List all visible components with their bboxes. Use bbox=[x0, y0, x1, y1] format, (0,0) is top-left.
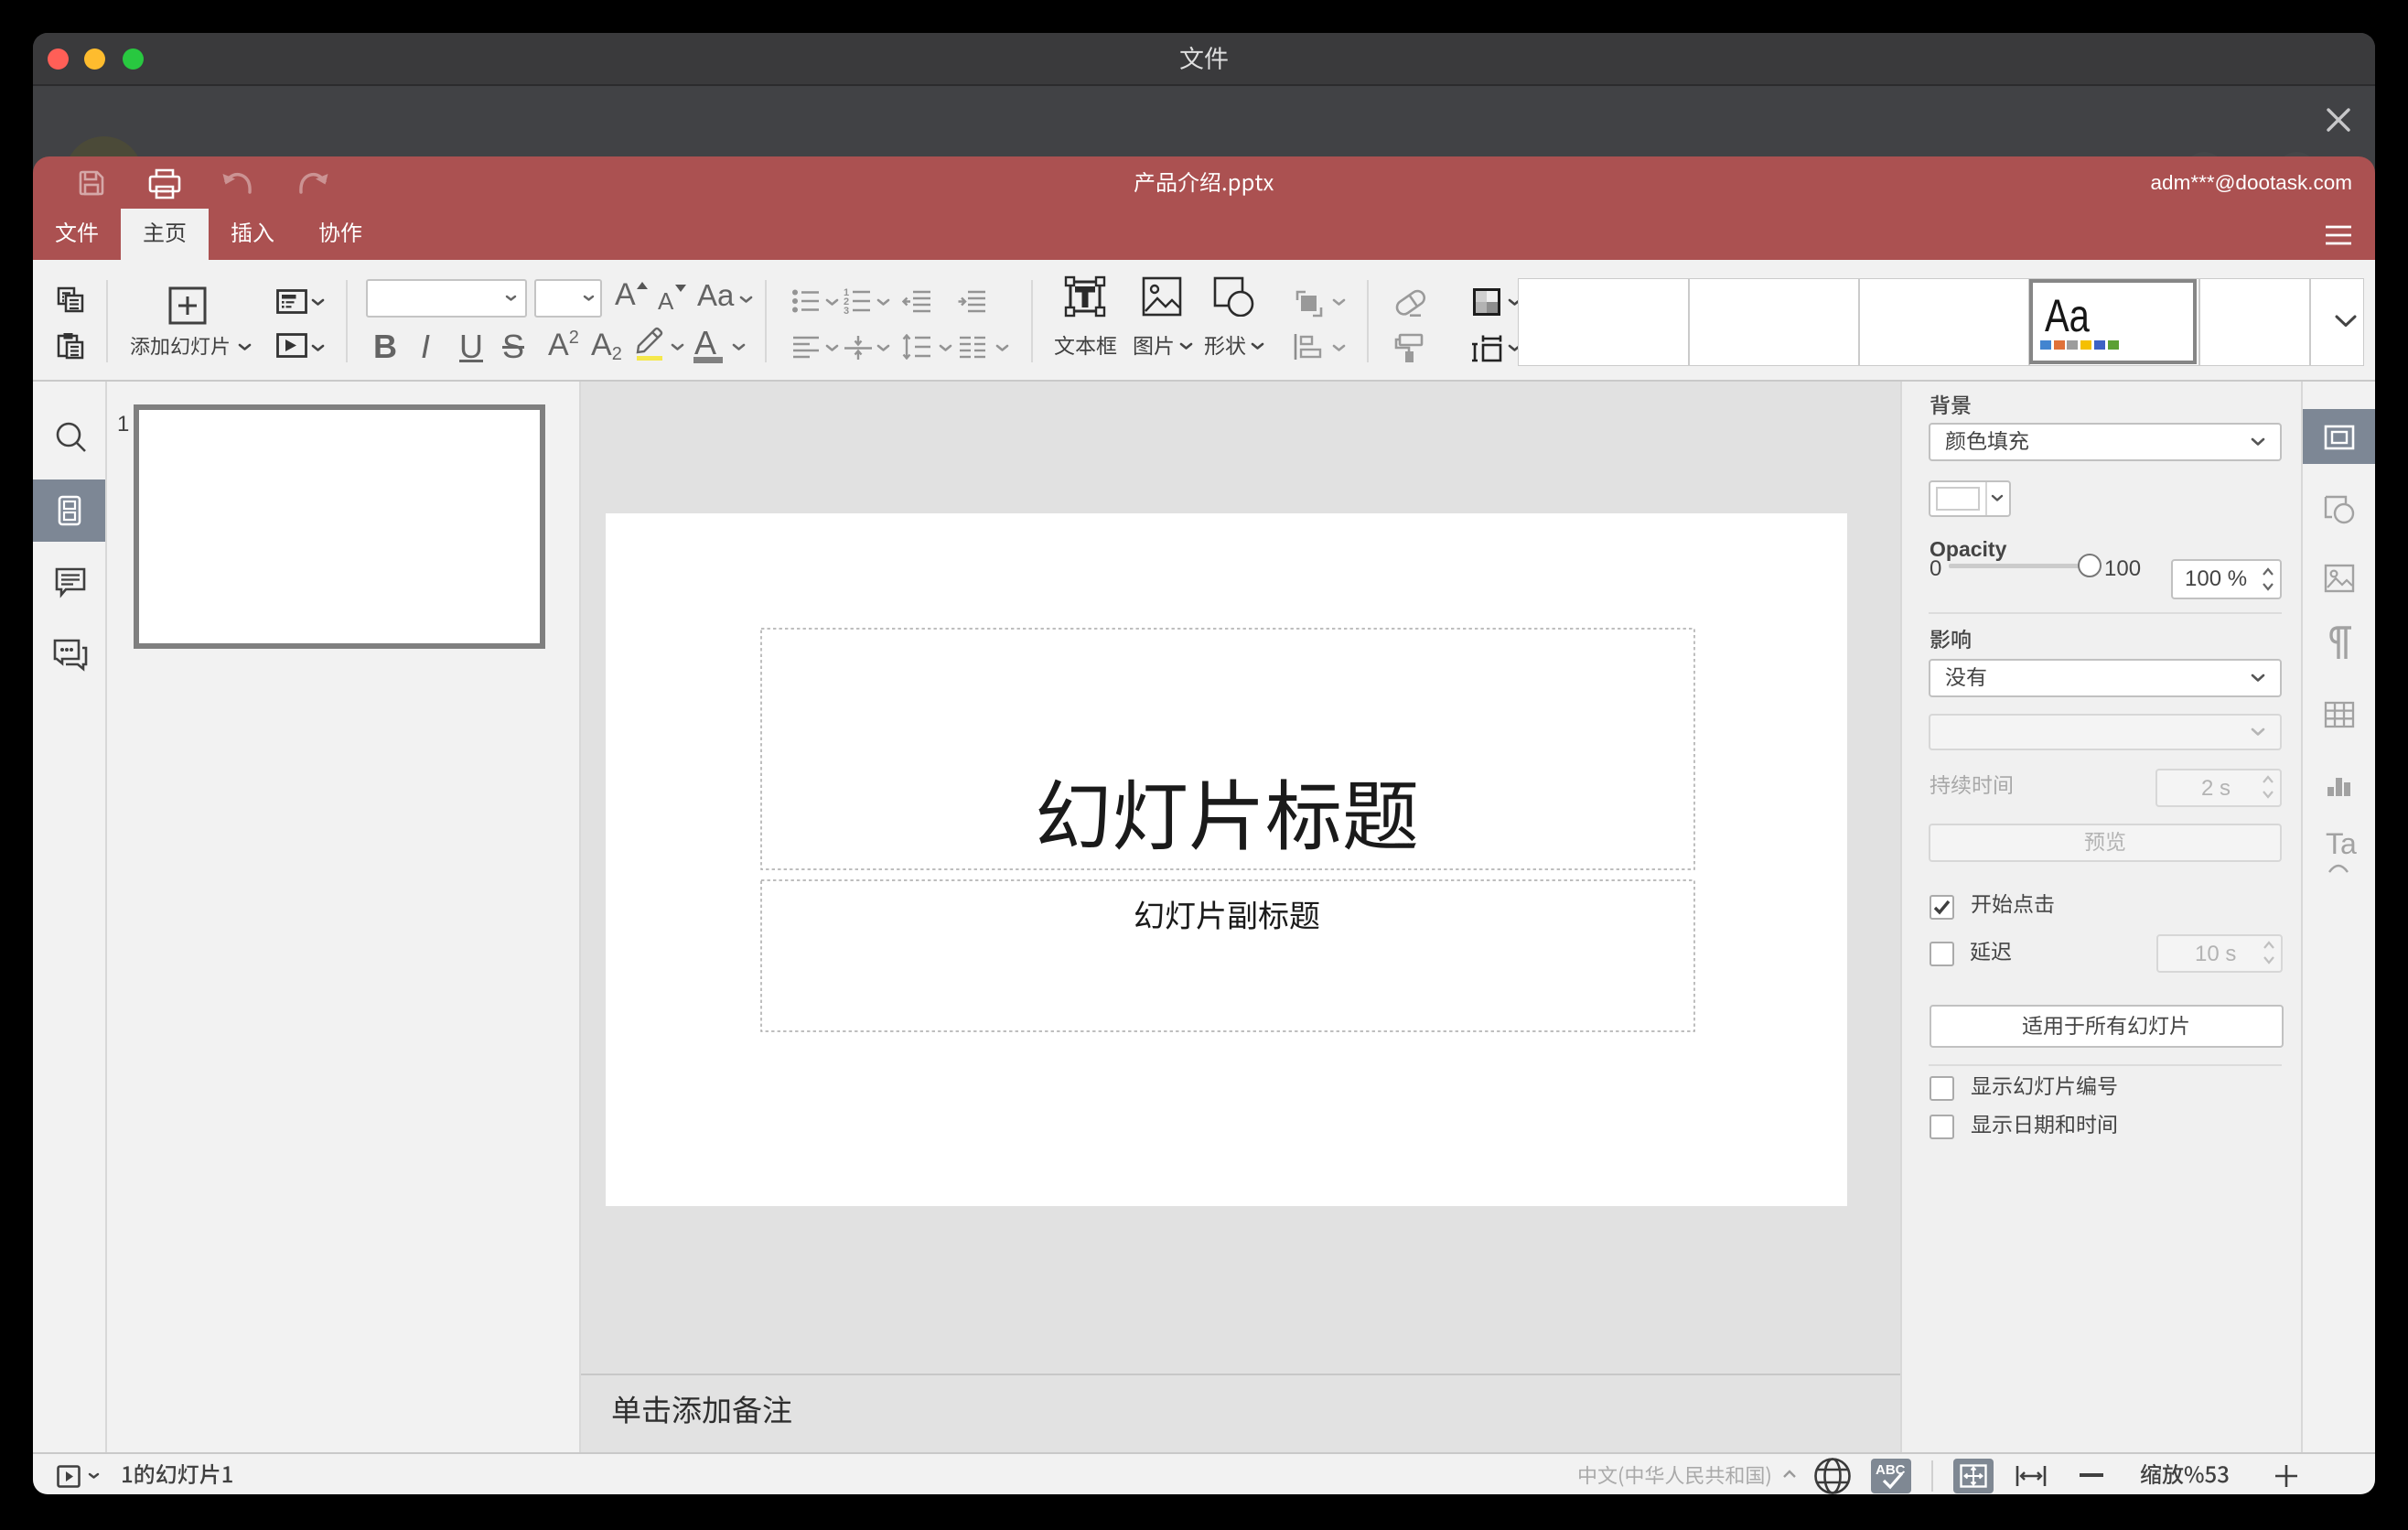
svg-text:3: 3 bbox=[844, 306, 849, 315]
